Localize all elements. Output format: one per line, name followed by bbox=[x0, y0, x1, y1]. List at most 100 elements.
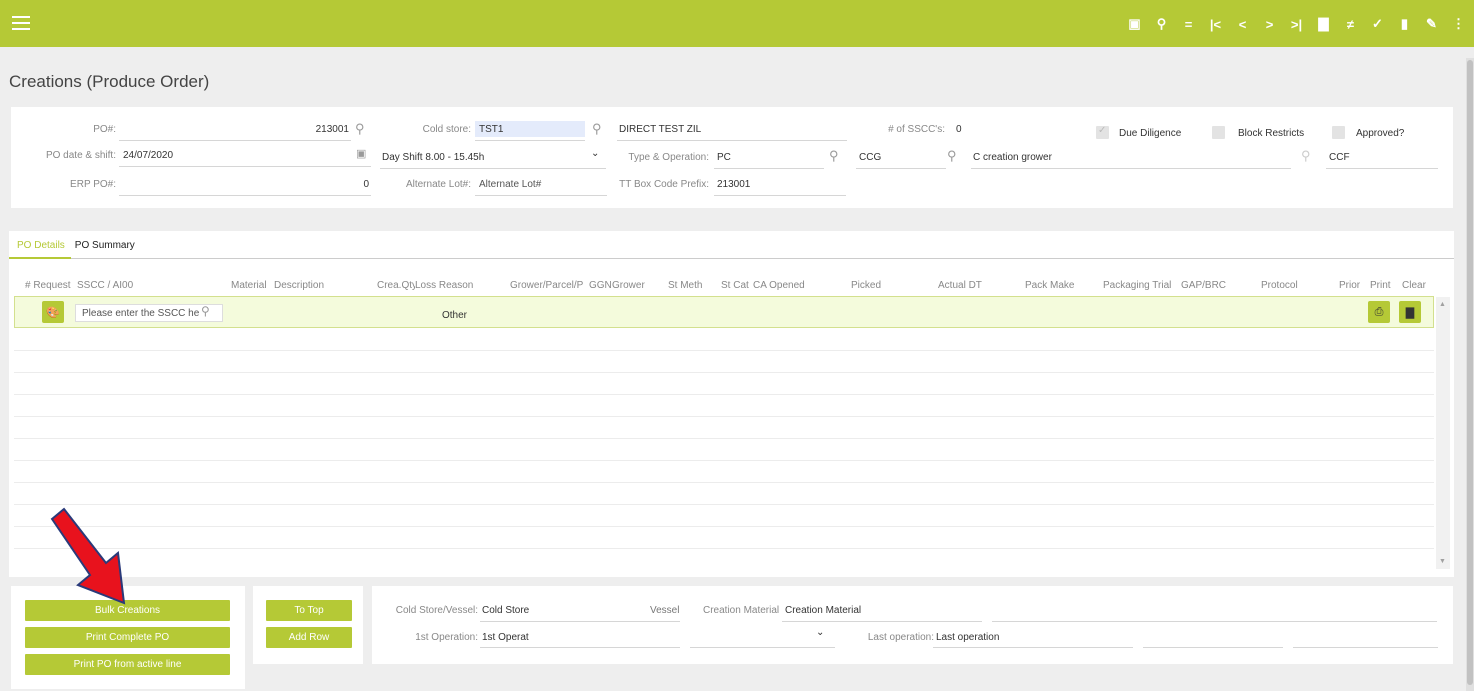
col-grower[interactable]: Grower bbox=[612, 280, 645, 291]
col-material[interactable]: Material bbox=[231, 280, 267, 291]
col-crea-qty[interactable]: Crea.Qty bbox=[377, 280, 415, 291]
creation-details-panel: Cold Store/Vessel: Cold Store Vessel Cre… bbox=[372, 586, 1453, 664]
due-diligence-checkbox[interactable] bbox=[1096, 125, 1109, 139]
red-arrow-annotation bbox=[50, 507, 126, 605]
block-restricts-label: Block Restricts bbox=[1238, 128, 1305, 139]
wrench-icon[interactable]: ✎ bbox=[1418, 13, 1445, 35]
sscc-search-icon[interactable]: ⚲ bbox=[201, 304, 210, 318]
next-record-icon[interactable]: > bbox=[1256, 13, 1283, 35]
approved-label: Approved? bbox=[1356, 128, 1405, 139]
ccf-field: CCF bbox=[1329, 152, 1350, 163]
col-grower-parcel[interactable]: Grower/Parcel/P bbox=[510, 280, 589, 291]
cold-store-search-icon[interactable]: ⚲ bbox=[592, 121, 602, 137]
col-sscc[interactable]: SSCC / AI00 bbox=[77, 280, 133, 291]
type-operation-field[interactable]: PC bbox=[717, 152, 731, 163]
date-picker-icon[interactable]: ▣ bbox=[356, 147, 366, 160]
type-operation-search-icon[interactable]: ⚲ bbox=[829, 148, 839, 164]
cold-store-vessel-label: Cold Store/Vessel: bbox=[395, 605, 478, 616]
creation-material-field[interactable]: Creation Material bbox=[785, 605, 861, 616]
last-operation-field[interactable]: Last operation bbox=[936, 632, 999, 643]
po-search-icon[interactable]: ⚲ bbox=[355, 121, 365, 137]
po-date-field[interactable]: 24/07/2020 bbox=[123, 150, 173, 161]
print-complete-po-button[interactable]: Print Complete PO bbox=[25, 627, 230, 648]
tt-box-code-prefix-field[interactable]: 213001 bbox=[717, 179, 750, 190]
col-packaging-trial[interactable]: Packaging Trial bbox=[1103, 280, 1171, 291]
col-print[interactable]: Print bbox=[1370, 280, 1391, 291]
delete-icon[interactable]: ▮ bbox=[1391, 13, 1418, 35]
type-operation-label: Type & Operation: bbox=[628, 152, 709, 163]
shift-select[interactable]: Day Shift 8.00 - 15.45h bbox=[382, 152, 484, 163]
table-row[interactable]: 🎨 Please enter the SSCC he ⚲ Other ⎙ ▇ bbox=[14, 296, 1434, 328]
col-st-cat[interactable]: St Cat bbox=[721, 280, 749, 291]
check-icon[interactable]: ✓ bbox=[1364, 13, 1391, 35]
more-options-icon[interactable]: ⋮ bbox=[1445, 13, 1472, 35]
col-loss-reason[interactable]: Loss Reason bbox=[415, 280, 473, 291]
po-date-label: PO date & shift: bbox=[45, 150, 116, 161]
col-request[interactable]: # Request bbox=[25, 280, 71, 291]
col-actual-dt[interactable]: Actual DT bbox=[938, 280, 982, 291]
col-prior[interactable]: Prior bbox=[1339, 280, 1360, 291]
filter-icon[interactable]: ≠ bbox=[1337, 13, 1364, 35]
col-gap-brc[interactable]: GAP/BRC bbox=[1181, 280, 1226, 291]
col-description[interactable]: Description bbox=[274, 280, 324, 291]
tab-po-details[interactable]: PO Details bbox=[17, 240, 65, 257]
palette-icon[interactable]: 🎨 bbox=[42, 301, 64, 323]
col-st-meth[interactable]: St Meth bbox=[668, 280, 702, 291]
page-scrollbar[interactable] bbox=[1466, 58, 1474, 691]
col-picked[interactable]: Picked bbox=[851, 280, 881, 291]
ccg-search-icon[interactable]: ⚲ bbox=[947, 148, 957, 164]
cold-store-vessel-field[interactable]: Cold Store bbox=[482, 605, 529, 616]
col-protocol[interactable]: Protocol bbox=[1261, 280, 1298, 291]
sscc-count-value: 0 bbox=[956, 124, 962, 135]
calendar-icon[interactable]: ▣ bbox=[1121, 13, 1148, 35]
ccg-field[interactable]: CCG bbox=[859, 152, 881, 163]
page-scrollbar-thumb[interactable] bbox=[1467, 60, 1473, 685]
search-icon[interactable]: ⚲ bbox=[1148, 13, 1175, 35]
first-operation-field[interactable]: 1st Operat bbox=[482, 632, 529, 643]
po-header-panel: PO#: 213001 ⚲ Cold store: TST1 ⚲ DIRECT … bbox=[11, 107, 1453, 208]
erp-po-label: ERP PO#: bbox=[70, 179, 116, 190]
cold-store-description: DIRECT TEST ZIL bbox=[619, 124, 702, 135]
col-ggn[interactable]: GGN bbox=[589, 280, 612, 291]
alternate-lot-field[interactable]: Alternate Lot# bbox=[479, 179, 541, 190]
hamburger-menu-icon[interactable] bbox=[12, 16, 30, 30]
cold-store-field[interactable]: TST1 bbox=[479, 124, 503, 135]
navigation-panel: To Top Add Row bbox=[253, 586, 363, 664]
block-restricts-checkbox[interactable] bbox=[1212, 126, 1225, 139]
alternate-lot-label: Alternate Lot#: bbox=[405, 179, 471, 190]
scroll-up-icon[interactable]: ▲ bbox=[1439, 301, 1446, 308]
print-po-active-line-button[interactable]: Print PO from active line bbox=[25, 654, 230, 675]
tab-po-summary[interactable]: PO Summary bbox=[75, 240, 135, 257]
clear-row-icon[interactable]: ▇ bbox=[1399, 301, 1421, 323]
first-operation-label: 1st Operation: bbox=[415, 632, 478, 643]
col-ca-opened[interactable]: CA Opened bbox=[753, 280, 805, 291]
first-operation-dropdown-chevron-icon[interactable]: ⌄ bbox=[816, 627, 824, 638]
scroll-down-icon[interactable]: ▼ bbox=[1439, 558, 1446, 565]
last-operation-label: Last operation: bbox=[867, 632, 934, 643]
col-clear[interactable]: Clear bbox=[1402, 280, 1426, 291]
equals-icon[interactable]: = bbox=[1175, 13, 1202, 35]
vessel-label: Vessel bbox=[650, 605, 680, 616]
approved-checkbox[interactable] bbox=[1332, 126, 1345, 139]
po-label: PO#: bbox=[93, 124, 116, 135]
ccf-search-icon[interactable]: ⚲ bbox=[1301, 148, 1311, 164]
tt-box-code-prefix-label: TT Box Code Prefix: bbox=[619, 179, 709, 190]
c-creation-grower-field: C creation grower bbox=[973, 152, 1052, 163]
po-number-field[interactable]: 213001 bbox=[301, 124, 349, 135]
po-grid-panel: PO Details PO Summary # Request SSCC / A… bbox=[9, 231, 1454, 577]
last-record-icon[interactable]: >| bbox=[1283, 13, 1310, 35]
loss-reason-value[interactable]: Other bbox=[442, 310, 467, 321]
to-top-button[interactable]: To Top bbox=[266, 600, 352, 621]
add-row-button[interactable]: Add Row bbox=[266, 627, 352, 648]
erp-po-field[interactable]: 0 bbox=[341, 179, 369, 190]
page-title: Creations (Produce Order) bbox=[9, 72, 210, 91]
first-record-icon[interactable]: |< bbox=[1202, 13, 1229, 35]
grid-scrollbar[interactable]: ▲ ▼ bbox=[1436, 297, 1450, 569]
prev-record-icon[interactable]: < bbox=[1229, 13, 1256, 35]
top-toolbar: ▣ ⚲ = |< < > >| ▇ ≠ ✓ ▮ ✎ ⋮ bbox=[0, 0, 1474, 47]
col-pack-make[interactable]: Pack Make bbox=[1025, 280, 1074, 291]
toolbar-actions: ▣ ⚲ = |< < > >| ▇ ≠ ✓ ▮ ✎ ⋮ bbox=[1121, 13, 1472, 35]
shift-dropdown-chevron-icon[interactable]: ⌄ bbox=[591, 148, 599, 159]
new-document-icon[interactable]: ▇ bbox=[1310, 13, 1337, 35]
print-row-icon[interactable]: ⎙ bbox=[1368, 301, 1390, 323]
